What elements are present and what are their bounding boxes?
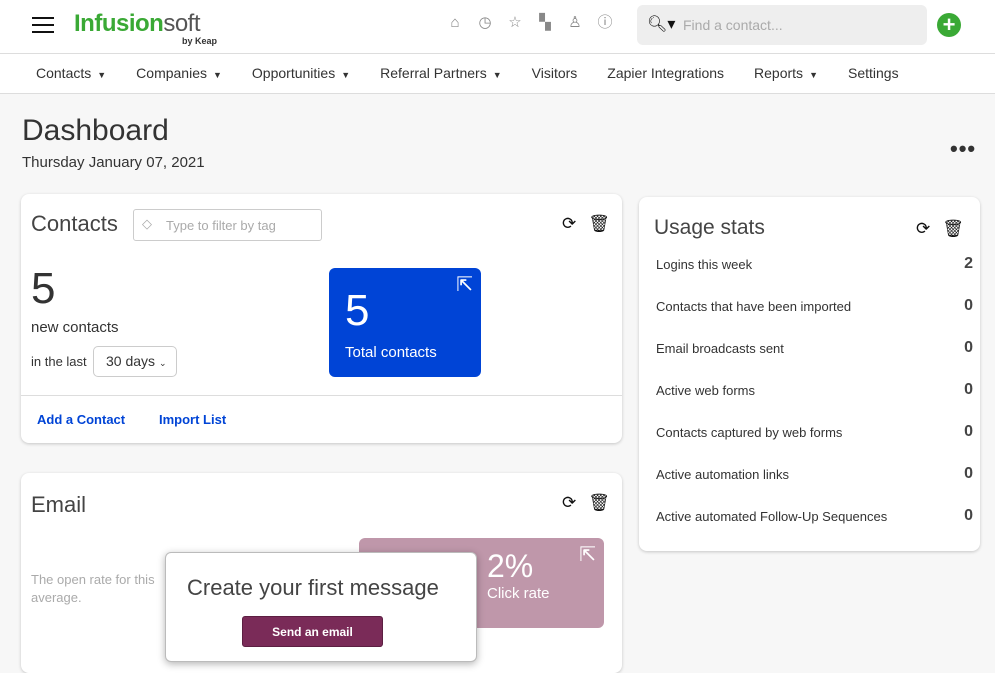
create-message-popup: Create your first message Send an email (165, 552, 477, 662)
nav-opportunities[interactable]: Opportunities ▼ (252, 54, 350, 93)
external-link-icon[interactable]: ⇱ (456, 272, 473, 297)
menu-icon[interactable] (32, 17, 54, 33)
click-rate-value: 2% (487, 548, 534, 584)
search-icon[interactable]: 🔍︎▾ (647, 14, 675, 34)
nav-reports[interactable]: Reports ▼ (754, 54, 818, 93)
trash-icon[interactable]: 🗑︎ (942, 219, 964, 239)
total-contacts-label: Total contacts (345, 344, 437, 361)
quick-launch-icon[interactable]: ▚ (536, 14, 554, 32)
external-link-icon[interactable]: ⇱ (579, 542, 596, 567)
open-rate-text: The open rate for this average. (31, 572, 155, 605)
tag-filter-input[interactable] (166, 218, 316, 233)
nav-settings[interactable]: Settings (848, 54, 899, 93)
add-button[interactable]: + (937, 13, 961, 37)
in-last-label: in the last (31, 354, 87, 369)
logo[interactable]: Infusionsoft by Keap (74, 10, 217, 46)
send-email-button[interactable]: Send an email (242, 616, 383, 647)
chevron-down-icon: ▼ (809, 70, 818, 80)
logo-byline: by Keap (182, 36, 218, 46)
usage-row: Active automation links 0 (656, 465, 973, 482)
usage-stats-card: Usage stats ⟳ 🗑︎ Logins this week 2 Contac… (639, 197, 980, 551)
help-icon[interactable]: ⓘ (596, 14, 614, 32)
popup-title: Create your first message (187, 575, 439, 600)
main-nav: Contacts ▼ Companies ▼ Opportunities ▼ Refe… (0, 54, 995, 94)
clock-icon[interactable]: ◷ (476, 14, 494, 32)
more-options-icon[interactable]: ••• (950, 136, 976, 162)
trash-icon[interactable]: 🗑︎ (588, 214, 610, 234)
usage-row: Email broadcasts sent 0 (656, 339, 973, 356)
chevron-down-icon: ▼ (341, 70, 351, 80)
card-title: Email (31, 492, 87, 517)
chevron-down-icon: ▼ (213, 70, 222, 80)
nav-visitors[interactable]: Visitors (532, 54, 578, 93)
usage-row: Logins this week 2 (656, 255, 973, 272)
chevron-down-icon: ⌄ (158, 358, 167, 368)
contacts-card: Contacts ◇ ⟳ 🗑︎ 5 new contacts in the las… (21, 194, 622, 443)
refresh-icon[interactable]: ⟳ (562, 214, 576, 234)
page-title: Dashboard (22, 114, 169, 147)
trash-icon[interactable]: 🗑︎ (588, 493, 610, 513)
contact-search: 🔍︎▾ (637, 5, 927, 45)
new-contacts-count: 5 (31, 264, 56, 313)
star-icon[interactable]: ☆ (506, 14, 524, 32)
total-contacts-value: 5 (345, 286, 370, 335)
tag-icon: ◇ (142, 216, 152, 231)
nav-referral-partners[interactable]: Referral Partners ▼ (380, 54, 502, 93)
chevron-down-icon: ▼ (97, 70, 107, 80)
period-select[interactable]: 30 days ⌄ (93, 346, 177, 377)
add-contact-link[interactable]: Add a Contact (37, 412, 125, 427)
click-rate-label: Click rate (487, 585, 550, 602)
usage-row: Active automated Follow-Up Sequences 0 (656, 507, 973, 524)
usage-row: Active web forms 0 (656, 381, 973, 398)
tag-filter: ◇ (133, 209, 322, 241)
nav-zapier[interactable]: Zapier Integrations (607, 54, 724, 93)
nav-contacts[interactable]: Contacts ▼ (36, 54, 106, 93)
user-icon[interactable]: ♙ (566, 14, 584, 32)
refresh-icon[interactable]: ⟳ (562, 493, 576, 513)
new-contacts-label: new contacts (31, 319, 119, 336)
chevron-down-icon: ▼ (492, 70, 502, 80)
nav-companies[interactable]: Companies ▼ (136, 54, 222, 93)
total-contacts-tile[interactable]: ⇱ 5 Total contacts (329, 268, 481, 377)
card-title: Usage stats (654, 216, 765, 239)
logo-text: Infusion (74, 10, 164, 37)
logo-suffix: soft (163, 10, 201, 37)
top-bar: Infusionsoftby Keap ⌂ ◷ ☆ ▚ ♙ ⓘ 🔍︎▾ + (0, 0, 995, 54)
usage-row: Contacts captured by web forms 0 (656, 423, 973, 440)
search-input[interactable] (683, 15, 913, 35)
card-title: Contacts (31, 211, 118, 236)
usage-row: Contacts that have been imported 0 (656, 297, 973, 314)
import-list-link[interactable]: Import List (159, 412, 226, 427)
page-date: Thursday January 07, 2021 (22, 154, 205, 171)
home-icon[interactable]: ⌂ (446, 14, 464, 32)
refresh-icon[interactable]: ⟳ (916, 219, 930, 239)
